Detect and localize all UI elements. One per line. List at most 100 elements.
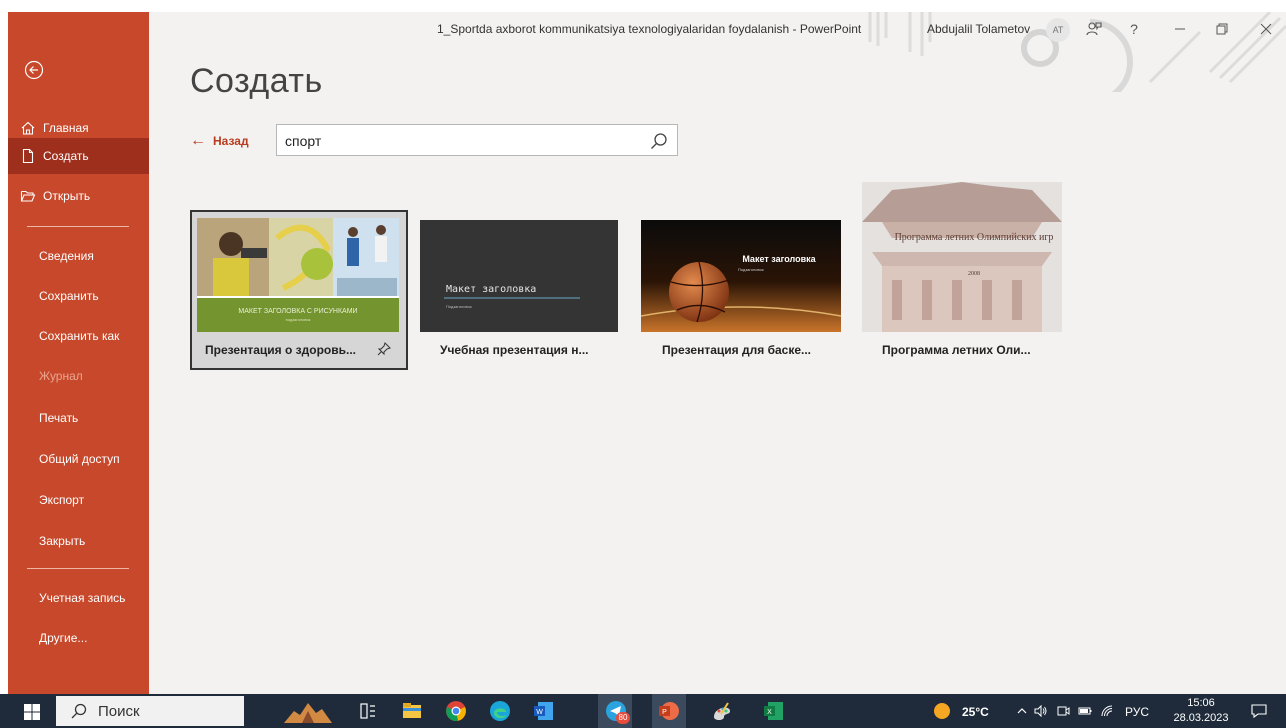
taskbar-search-label: Поиск	[98, 702, 140, 720]
sidebar-item-label: Сохранить как	[39, 329, 120, 343]
backstage-sidebar: Главная Создать Открыть Сведения Сохрани…	[8, 12, 149, 694]
sidebar-item-export[interactable]: Экспорт	[8, 482, 149, 518]
sidebar-item-new[interactable]: Создать	[8, 138, 149, 174]
svg-text:P: P	[662, 709, 667, 716]
thumb-subtitle: Подзаголовок	[446, 304, 472, 309]
template-label: Презентация для баске...	[662, 343, 812, 357]
minimize-button[interactable]	[1166, 16, 1194, 42]
page-title: Создать	[190, 62, 323, 100]
clock[interactable]: 15:06 28.03.2023	[1172, 696, 1230, 726]
template-thumbnail: Макет заголовка Подзаголовок	[420, 220, 618, 332]
word-icon[interactable]: W	[532, 699, 556, 723]
window-title: 1_Sportda axborot kommunikatsiya texnolo…	[437, 22, 862, 36]
search-icon[interactable]	[649, 131, 669, 151]
sidebar-item-label: Экспорт	[39, 493, 85, 507]
meet-now-icon[interactable]	[1056, 704, 1070, 718]
minimize-icon	[1175, 28, 1185, 30]
sidebar-item-info[interactable]: Сведения	[8, 238, 149, 274]
sidebar-item-label: Журнал	[39, 369, 83, 383]
restore-icon	[1216, 23, 1228, 35]
sidebar-item-open[interactable]: Открыть	[8, 178, 149, 214]
thumb-caption: Макет заголовка	[446, 284, 536, 295]
close-button[interactable]	[1252, 16, 1280, 42]
feedback-icon[interactable]	[1080, 16, 1108, 42]
notification-badge: 80	[616, 712, 630, 724]
battery-icon[interactable]	[1078, 704, 1092, 718]
window-top-strip	[0, 0, 1286, 12]
sidebar-item-save-as[interactable]: Сохранить как	[8, 318, 149, 354]
template-thumbnail: Макет заголовка Подзаголовок	[641, 220, 841, 332]
sidebar-item-history: Журнал	[8, 358, 149, 394]
chrome-icon[interactable]	[444, 699, 468, 723]
excel-icon[interactable]: X	[762, 699, 786, 723]
back-link[interactable]: ← Назад	[190, 132, 249, 150]
taskbar-search[interactable]: Поиск	[56, 696, 244, 726]
chevron-up-icon[interactable]	[1016, 705, 1028, 717]
folder-open-icon	[20, 190, 36, 202]
wifi-icon[interactable]	[1100, 704, 1114, 718]
temperature[interactable]: 25°C	[962, 705, 989, 719]
template-thumbnail: МАКЕТ ЗАГОЛОВКА С РИСУНКАМИ подзаголовок	[197, 218, 399, 332]
template-label: Программа летних Оли...	[882, 343, 1031, 357]
sidebar-item-save[interactable]: Сохранить	[8, 278, 149, 314]
thumb-caption: Макет заголовка	[742, 254, 816, 264]
help-button[interactable]: ?	[1120, 16, 1148, 42]
clock-time: 15:06	[1187, 697, 1215, 709]
edge-icon[interactable]	[488, 699, 512, 723]
input-language[interactable]: РУС	[1125, 705, 1149, 719]
weather-sun-icon[interactable]	[933, 702, 951, 720]
thumb-caption: Программа летних Олимпийских игр	[895, 232, 1054, 243]
windows-start-icon[interactable]	[24, 704, 40, 720]
sidebar-item-more[interactable]: Другие...	[8, 620, 149, 656]
sidebar-item-account[interactable]: Учетная запись	[8, 580, 149, 616]
paint-icon[interactable]	[710, 699, 734, 723]
sidebar-item-label: Сохранить	[39, 289, 99, 303]
clock-date: 28.03.2023	[1173, 712, 1229, 724]
thumb-caption: МАКЕТ ЗАГОЛОВКА С РИСУНКАМИ	[238, 308, 357, 315]
sidebar-item-label: Общий доступ	[39, 452, 120, 466]
sidebar-item-print[interactable]: Печать	[8, 400, 149, 436]
thumb-subtitle: подзаголовок	[286, 317, 311, 322]
sidebar-item-label: Печать	[39, 411, 79, 425]
sidebar-divider	[27, 226, 129, 227]
task-view-icon[interactable]	[356, 699, 380, 723]
back-arrow-icon[interactable]	[24, 60, 44, 80]
arrow-left-icon: ←	[190, 132, 206, 149]
search-input[interactable]	[285, 131, 635, 151]
svg-text:X: X	[767, 709, 772, 716]
thumb-subtitle: Подзаголовок	[738, 267, 764, 272]
pin-icon[interactable]	[377, 342, 391, 356]
template-search-box[interactable]	[276, 124, 678, 156]
windows-taskbar: Поиск W 80 P X 25°C РУС 15:06 28.03.2023	[0, 694, 1286, 728]
sidebar-item-label: Учетная запись	[39, 591, 126, 605]
svg-text:W: W	[536, 709, 543, 716]
sidebar-item-close[interactable]: Закрыть	[8, 523, 149, 559]
search-icon	[71, 703, 87, 719]
sidebar-item-label: Сведения	[39, 249, 94, 263]
file-explorer-icon[interactable]	[400, 699, 424, 723]
back-label: Назад	[213, 134, 249, 148]
sidebar-item-label: Открыть	[43, 189, 91, 203]
template-label: Презентация о здоровь...	[205, 343, 356, 357]
template-thumbnail: Программа летних Олимпийских игр 2008	[862, 182, 1062, 332]
sidebar-divider	[27, 568, 129, 569]
sidebar-item-label: Закрыть	[39, 534, 86, 548]
powerpoint-icon[interactable]: P	[657, 699, 681, 723]
avatar[interactable]: AT	[1046, 18, 1070, 42]
weather-widget-icon[interactable]	[284, 699, 332, 723]
volume-icon[interactable]	[1034, 704, 1048, 718]
powerpoint-window: Главная Создать Открыть Сведения Сохрани…	[0, 0, 1286, 694]
notifications-icon[interactable]	[1250, 702, 1268, 720]
new-document-icon	[22, 148, 34, 164]
sidebar-item-label: Другие...	[39, 631, 88, 645]
sidebar-item-label: Главная	[43, 121, 89, 135]
restore-button[interactable]	[1208, 16, 1236, 42]
sidebar-item-share[interactable]: Общий доступ	[8, 441, 149, 477]
template-label: Учебная презентация н...	[440, 343, 589, 357]
thumb-subtitle: 2008	[968, 271, 980, 277]
sidebar-item-label: Создать	[43, 149, 89, 163]
user-name[interactable]: Abdujalil Tolametov	[927, 22, 1030, 36]
close-icon	[1260, 23, 1272, 35]
person-feedback-icon	[1086, 22, 1102, 36]
home-icon	[21, 121, 35, 135]
